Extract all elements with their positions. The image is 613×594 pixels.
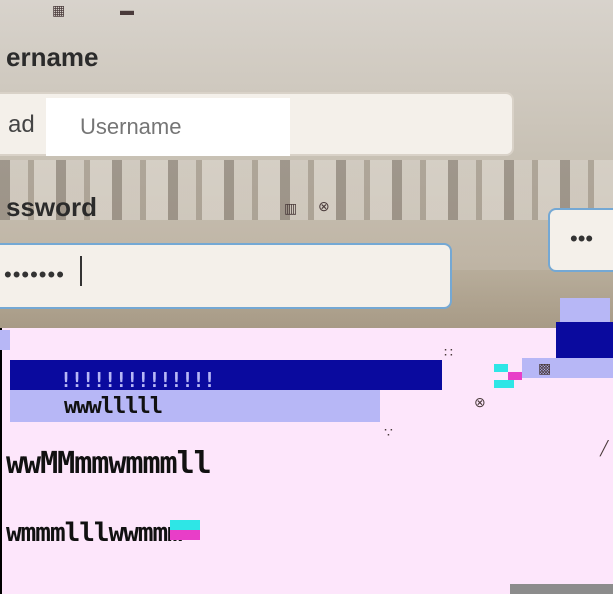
artifact-icon: ∷ <box>444 344 453 360</box>
artifact-icon: ▬ <box>120 2 134 18</box>
artifact-icon: ⊗ <box>318 198 330 214</box>
scrollbar[interactable] <box>510 584 613 594</box>
glitch-text: wwwlllll <box>64 394 163 419</box>
glitch-pixel <box>508 372 522 380</box>
artifact-icon: ▦ <box>52 2 66 18</box>
text-caret <box>80 256 82 286</box>
glitch-block <box>556 322 613 358</box>
glitch-pixel <box>494 364 508 372</box>
username-input[interactable] <box>46 98 290 156</box>
glitch-text: wwMMmmwmmmll <box>6 446 212 481</box>
username-label: ername <box>6 42 99 72</box>
password-label: ssword <box>6 192 98 222</box>
glitch-pixel <box>170 520 200 530</box>
password-value: ••••••• <box>4 262 65 287</box>
username-prefix: ad <box>8 111 35 138</box>
glitch-block <box>0 330 10 350</box>
artifact-icon: ∵ <box>384 424 393 440</box>
glitch-text: wmmmlllwwmmm <box>6 518 183 548</box>
glitch-block <box>522 358 613 378</box>
password-value-secondary: ••• <box>570 226 594 251</box>
artifact-icon: ▥ <box>284 200 298 216</box>
glitch-text: !!!!!!!!!!!!!! <box>60 368 216 392</box>
glitch-pixel <box>494 380 514 388</box>
artifact-icon: ⊗ <box>474 394 486 410</box>
glitch-pixel <box>170 530 200 540</box>
glitch-block <box>560 298 610 322</box>
divider <box>0 328 2 594</box>
artifact-icon: ▩ <box>538 360 552 376</box>
password-field[interactable] <box>0 243 452 309</box>
artifact-icon: ╱ <box>600 440 609 456</box>
